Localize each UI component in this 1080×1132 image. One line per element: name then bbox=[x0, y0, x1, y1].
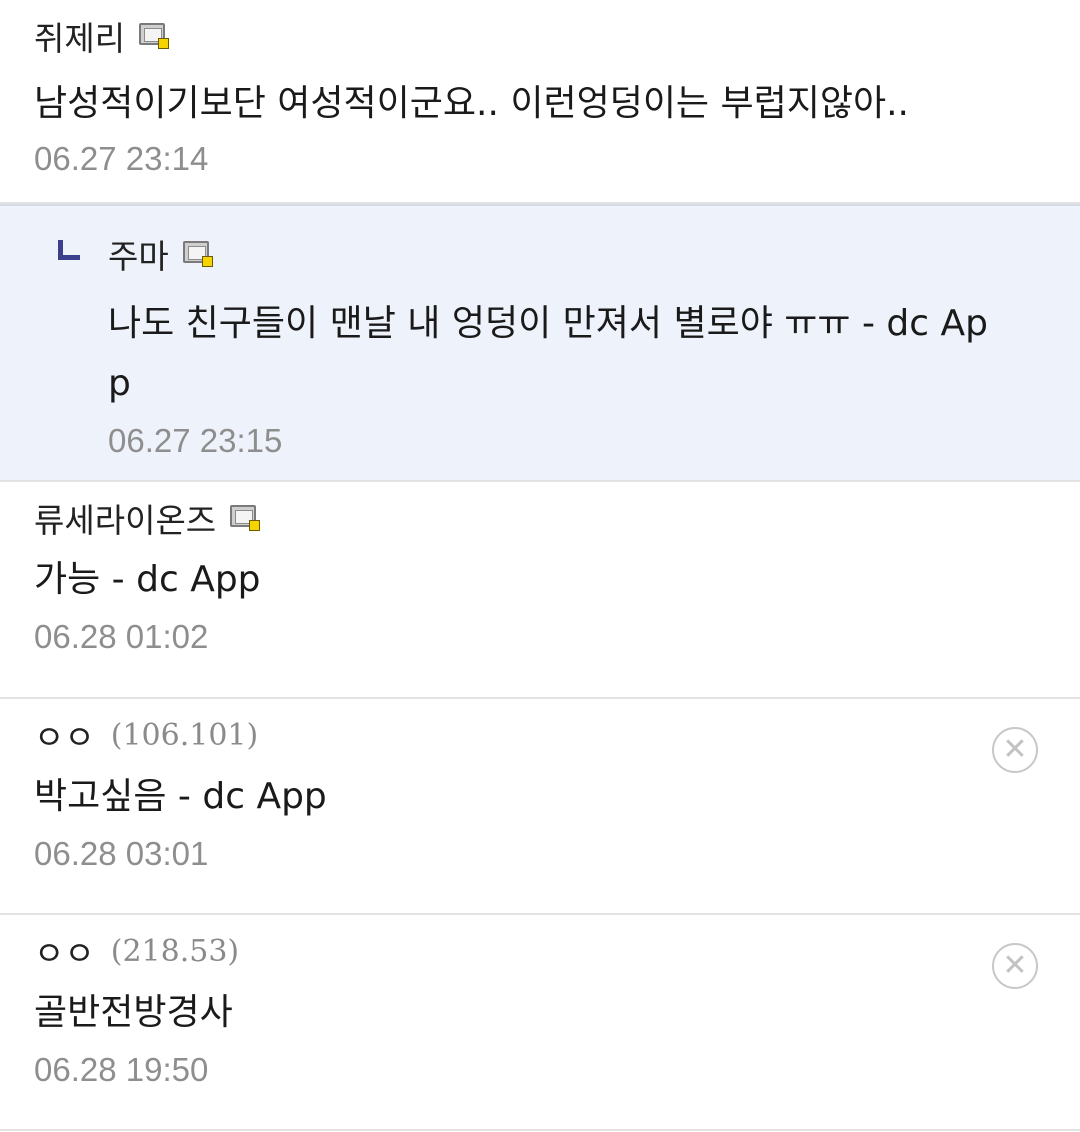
ip-address: (218.53) bbox=[110, 933, 240, 969]
reply-item: 주마 나도 친구들이 맨날 내 엉덩이 만져서 별로야 ㅠㅠ - dc Ap p… bbox=[0, 204, 1080, 482]
comment-date: 06.28 19:50 bbox=[34, 1051, 209, 1088]
comment-meta: 류세라이온즈 bbox=[34, 494, 261, 542]
ip-address: (106.101) bbox=[110, 717, 259, 753]
nickname[interactable]: 주마 bbox=[108, 230, 169, 278]
comment-item: 쥐제리 남성적이기보단 여성적이군요.. 이런엉덩이는 부럽지않아.. 06.2… bbox=[0, 0, 1080, 204]
fixed-nick-icon bbox=[230, 505, 261, 531]
fixed-nick-icon bbox=[182, 241, 213, 267]
comment-item: ㅇㅇ (218.53) ✕ 골반전방경사 06.28 19:50 bbox=[0, 915, 1080, 1131]
nickname[interactable]: ㅇㅇ bbox=[34, 927, 95, 975]
fixed-nick-icon bbox=[139, 23, 170, 49]
comment-text: 남성적이기보단 여성적이군요.. 이런엉덩이는 부럽지않아.. bbox=[34, 83, 909, 124]
comment-text: 가능 - dc App bbox=[34, 559, 261, 600]
comment-date: 06.28 01:02 bbox=[34, 618, 209, 655]
comment-text: 박고싶음 - dc App bbox=[34, 776, 327, 817]
comment-item: 류세라이온즈 가능 - dc App 06.28 01:02 bbox=[0, 482, 1080, 699]
comment-meta: ㅇㅇ (106.101) bbox=[34, 711, 259, 759]
reply-arrow-icon bbox=[58, 240, 80, 260]
delete-button[interactable]: ✕ bbox=[992, 943, 1038, 989]
close-icon: ✕ bbox=[1002, 732, 1028, 767]
comment-date: 06.28 03:01 bbox=[34, 835, 209, 872]
comment-meta: 주마 bbox=[108, 230, 213, 278]
comment-item: ㅇㅇ (106.101) ✕ 박고싶음 - dc App 06.28 03:01 bbox=[0, 699, 1080, 915]
nickname[interactable]: 류세라이온즈 bbox=[34, 494, 216, 542]
delete-button[interactable]: ✕ bbox=[992, 727, 1038, 773]
comment-meta: ㅇㅇ (218.53) bbox=[34, 927, 240, 975]
comment-date: 06.27 23:14 bbox=[34, 140, 209, 177]
nickname[interactable]: 쥐제리 bbox=[34, 12, 125, 60]
comment-text: 나도 친구들이 맨날 내 엉덩이 만져서 별로야 ㅠㅠ - dc Ap p bbox=[108, 303, 988, 404]
close-icon: ✕ bbox=[1002, 948, 1028, 983]
comment-text: 골반전방경사 bbox=[34, 992, 233, 1033]
comment-list: 쥐제리 남성적이기보단 여성적이군요.. 이런엉덩이는 부럽지않아.. 06.2… bbox=[0, 0, 1080, 1131]
comment-meta: 쥐제리 bbox=[34, 12, 170, 60]
nickname[interactable]: ㅇㅇ bbox=[34, 711, 95, 759]
comment-date: 06.27 23:15 bbox=[108, 422, 283, 459]
